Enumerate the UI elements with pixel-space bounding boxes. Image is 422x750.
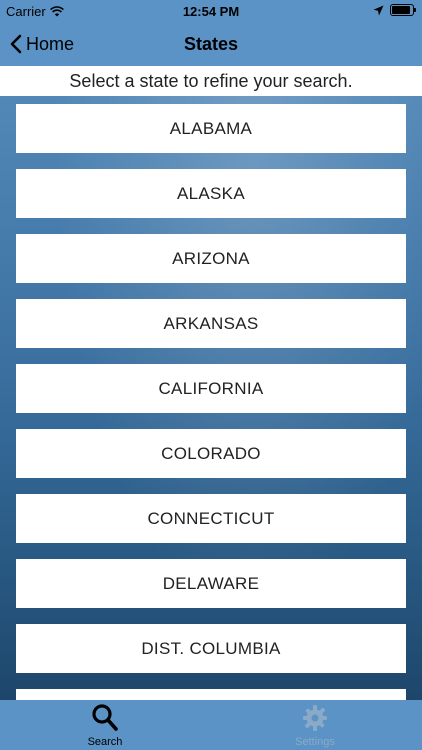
- state-button-delaware[interactable]: DELAWARE: [16, 559, 406, 608]
- tab-search-label: Search: [87, 736, 123, 748]
- state-button-dist-columbia[interactable]: DIST. COLUMBIA: [16, 624, 406, 673]
- state-list[interactable]: ALABAMA ALASKA ARIZONA ARKANSAS CALIFORN…: [0, 96, 422, 700]
- location-arrow-icon: [373, 5, 384, 15]
- instruction-text: Select a state to refine your search.: [0, 66, 422, 96]
- status-right: [373, 4, 416, 16]
- page-title: States: [183, 34, 239, 54]
- state-button-arizona[interactable]: ARIZONA: [16, 234, 406, 283]
- tab-bar: Search Settings: [0, 700, 422, 750]
- state-button-arkansas[interactable]: ARKANSAS: [16, 299, 406, 348]
- tab-settings[interactable]: Settings: [270, 700, 360, 750]
- state-button-alabama[interactable]: ALABAMA: [16, 104, 406, 153]
- navigation-bar: Home States: [0, 22, 422, 66]
- tab-settings-label: Settings: [295, 736, 335, 748]
- state-button-alaska[interactable]: ALASKA: [16, 169, 406, 218]
- state-button-colorado[interactable]: COLORADO: [16, 429, 406, 478]
- state-button-california[interactable]: CALIFORNIA: [16, 364, 406, 413]
- tab-search[interactable]: Search: [60, 700, 150, 750]
- search-icon: [92, 704, 118, 731]
- battery-icon: [390, 4, 416, 16]
- status-bar: Carrier 12:54 PM: [0, 0, 422, 22]
- gear-icon: [303, 705, 327, 731]
- state-button-partial[interactable]: [16, 689, 406, 700]
- clock: 12:54 PM: [182, 4, 240, 19]
- state-button-connecticut[interactable]: CONNECTICUT: [16, 494, 406, 543]
